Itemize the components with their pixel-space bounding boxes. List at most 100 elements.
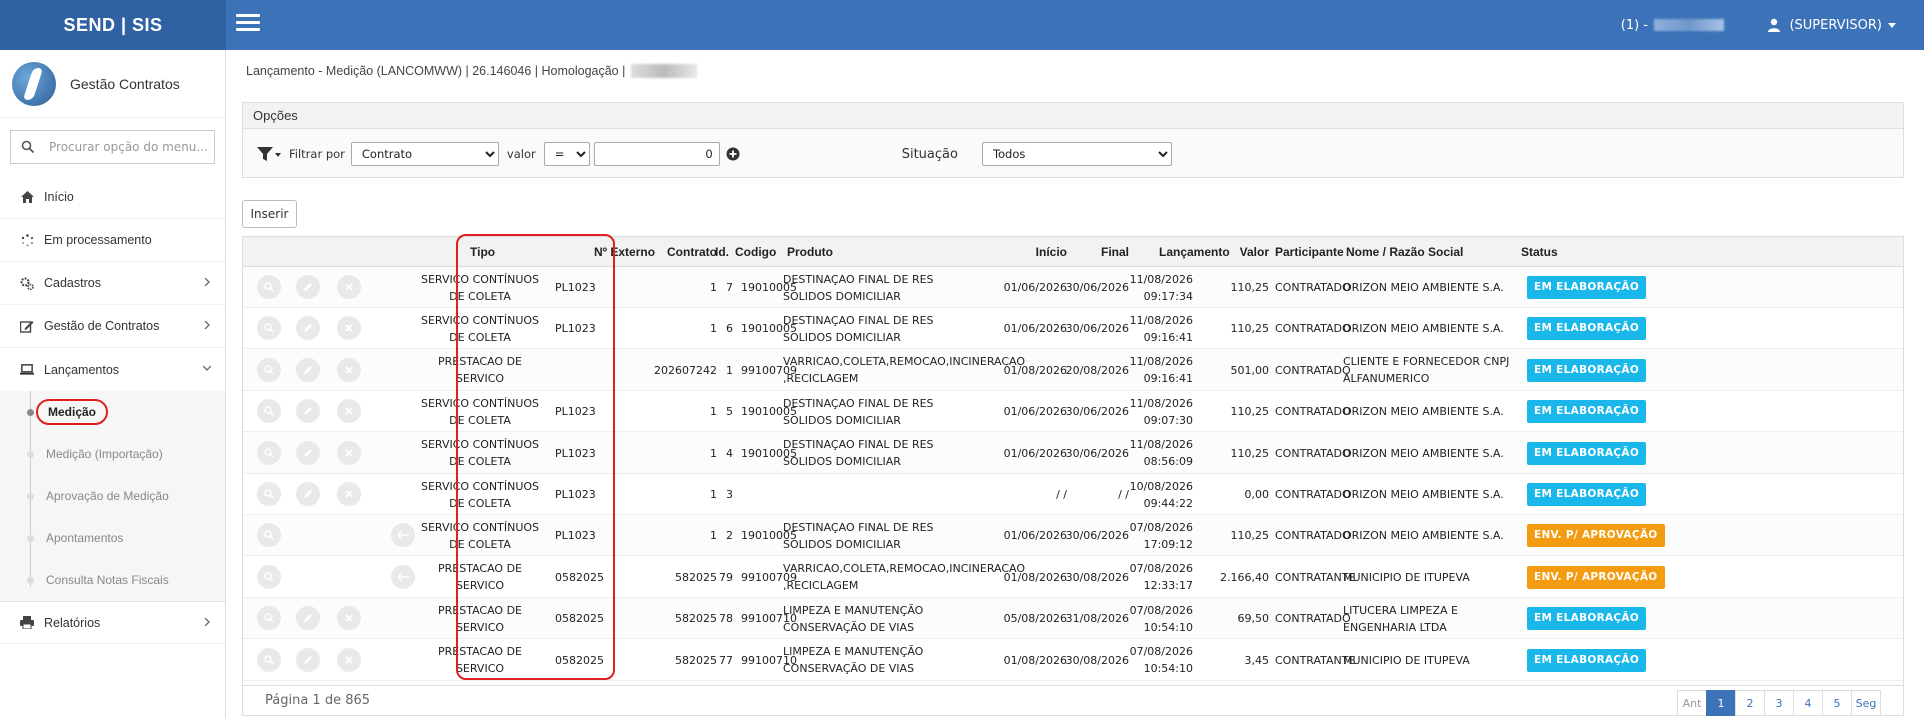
cell-contrato: 582025 bbox=[675, 612, 717, 626]
view-button[interactable] bbox=[257, 357, 281, 382]
cell-externo: PL1023 bbox=[555, 488, 596, 501]
view-button[interactable] bbox=[257, 647, 281, 672]
delete-button[interactable] bbox=[337, 357, 361, 382]
sidebar-item-label: Cadastros bbox=[44, 276, 101, 290]
table-row[interactable]: SERVIÇO CONTÍNUOS DE COLETA PL1023 1 6 19010… bbox=[243, 308, 1903, 350]
return-button[interactable] bbox=[391, 523, 415, 548]
view-button[interactable] bbox=[257, 399, 281, 424]
view-button[interactable] bbox=[257, 482, 281, 506]
cell-razao: ORIZON MEIO AMBIENTE S.A. bbox=[1343, 446, 1504, 460]
menu-search-input[interactable]: Procurar opção do menu... bbox=[10, 130, 215, 164]
edit-button[interactable] bbox=[296, 482, 320, 506]
add-filter-icon[interactable] bbox=[726, 147, 740, 161]
header-tipo[interactable]: Tipo bbox=[470, 237, 495, 267]
lancamento-date: 11/08/2026 bbox=[1129, 272, 1193, 286]
pagination: Ant 1 2 3 4 5 Seg bbox=[1677, 690, 1881, 716]
view-button[interactable] bbox=[257, 523, 281, 548]
table-row[interactable]: PRESTACAO DE SERVICO 0582025 582025 79 99100… bbox=[243, 557, 1903, 598]
cell-participante: CONTRATADO bbox=[1275, 405, 1351, 419]
table-row[interactable]: SERVIÇO CONTÍNUOS DE COLETA PL1023 1 3/ / / … bbox=[243, 474, 1903, 515]
sidebar-item-inicio[interactable]: Início bbox=[0, 176, 225, 219]
next-page-button[interactable]: Seg bbox=[1851, 690, 1881, 716]
delete-button[interactable] bbox=[337, 440, 361, 465]
cell-participante: CONTRATADO bbox=[1275, 488, 1351, 501]
insert-button[interactable]: Inserir bbox=[242, 200, 297, 228]
operator-select[interactable]: = bbox=[543, 142, 590, 166]
table-row[interactable]: SERVIÇO CONTÍNUOS DE COLETA PL1023 1 4 19010… bbox=[243, 432, 1903, 474]
situacao-select[interactable]: Todos bbox=[981, 142, 1172, 166]
page-button[interactable]: 4 bbox=[1793, 690, 1823, 716]
menu-toggle-icon[interactable] bbox=[236, 14, 260, 32]
sidebar-subitem-apontamentos[interactable]: Apontamentos bbox=[0, 517, 225, 559]
edit-button[interactable] bbox=[296, 275, 320, 299]
brand-logo[interactable]: SEND | SIS bbox=[0, 0, 226, 50]
header-produto[interactable]: Produto bbox=[787, 237, 833, 267]
sidebar-subitem-consulta-notas[interactable]: Consulta Notas Fiscais bbox=[0, 559, 225, 601]
situacao-label: Situação bbox=[901, 146, 958, 162]
sidebar-subitem-medicao[interactable]: Medição bbox=[0, 391, 225, 433]
view-button[interactable] bbox=[257, 564, 281, 589]
edit-button[interactable] bbox=[296, 606, 320, 631]
sidebar-subitem-aprovacao-medicao[interactable]: Aprovação de Medição bbox=[0, 475, 225, 517]
header-razao[interactable]: Nome / Razão Social bbox=[1346, 237, 1463, 267]
sidebar-item-gestao-contratos[interactable]: Gestão de Contratos bbox=[0, 305, 225, 348]
main-content: Lançamento - Medição (LANCOMWW) | 26.146… bbox=[226, 50, 1924, 718]
cell-valor: 2.166,40 bbox=[1220, 570, 1269, 584]
table-row[interactable]: SERVIÇO CONTÍNUOS DE COLETA PL1023 1 2 19010… bbox=[243, 515, 1903, 557]
header-participante[interactable]: Participante bbox=[1275, 237, 1344, 267]
page-button[interactable]: 2 bbox=[1735, 690, 1765, 716]
edit-button[interactable] bbox=[296, 357, 320, 382]
header-contrato[interactable]: Contrato bbox=[643, 237, 717, 267]
edit-button[interactable] bbox=[296, 440, 320, 465]
delete-button[interactable] bbox=[337, 482, 361, 506]
search-icon bbox=[264, 282, 274, 292]
view-button[interactable] bbox=[257, 440, 281, 465]
sidebar-item-cadastros[interactable]: Cadastros bbox=[0, 262, 225, 305]
value-input[interactable] bbox=[593, 142, 720, 166]
cell-razao: ORIZON MEIO AMBIENTE S.A. bbox=[1343, 281, 1504, 294]
pencil-icon bbox=[304, 283, 312, 291]
table-row[interactable]: PRESTACAO DE SERVICO 202607242 1 99100709 VA… bbox=[243, 349, 1903, 391]
return-button[interactable] bbox=[391, 564, 415, 589]
delete-button[interactable] bbox=[337, 316, 361, 341]
delete-button[interactable] bbox=[337, 399, 361, 424]
edit-button[interactable] bbox=[296, 647, 320, 672]
page-button[interactable]: 5 bbox=[1822, 690, 1852, 716]
lancamentos-submenu: Medição Medição (Importação) Aprovação d… bbox=[0, 391, 225, 601]
delete-button[interactable] bbox=[337, 606, 361, 631]
close-icon bbox=[345, 366, 353, 374]
cell-valor: 110,25 bbox=[1230, 281, 1270, 294]
delete-button[interactable] bbox=[337, 275, 361, 299]
edit-button[interactable] bbox=[296, 399, 320, 424]
cell-tipo: SERVIÇO CONTÍNUOS DE COLETA bbox=[420, 520, 540, 551]
view-button[interactable] bbox=[257, 316, 281, 341]
table-row[interactable]: PRESTACAO DE SERVICO 0582025 582025 78 99100… bbox=[243, 598, 1903, 640]
header-final[interactable]: Final bbox=[1043, 237, 1129, 267]
table-row[interactable]: SERVIÇO CONTÍNUOS DE COLETA PL1023 1 7 19010… bbox=[243, 267, 1903, 308]
sidebar-item-lancamentos[interactable]: Lançamentos bbox=[0, 348, 225, 391]
close-icon bbox=[345, 655, 353, 664]
header-codigo[interactable]: Codigo bbox=[735, 237, 776, 267]
cell-final: 20/08/2026 bbox=[1065, 363, 1129, 377]
table-row[interactable]: SERVIÇO CONTÍNUOS DE COLETA PL1023 1 5 19010… bbox=[243, 391, 1903, 433]
header-id[interactable]: Id. bbox=[715, 237, 729, 267]
view-button[interactable] bbox=[257, 275, 281, 299]
header-valor[interactable]: Valor bbox=[1203, 237, 1269, 267]
sidebar-item-em-processamento[interactable]: Em processamento bbox=[0, 219, 225, 262]
header-status[interactable]: Status bbox=[1521, 237, 1558, 267]
user-menu[interactable]: (SUPERVISOR) bbox=[1767, 0, 1896, 50]
sidebar-subitem-medicao-importacao[interactable]: Medição (Importação) bbox=[0, 433, 225, 475]
filter-field-select[interactable]: Contrato bbox=[350, 142, 499, 166]
cell-lancamento: 07/08/2026 10:54:10 bbox=[1123, 598, 1193, 639]
delete-button[interactable] bbox=[337, 647, 361, 672]
table-row[interactable]: PRESTACAO DE SERVICO 0582025 582025 77 99100… bbox=[243, 640, 1903, 681]
edit-button[interactable] bbox=[296, 316, 320, 341]
sidebar-subitem-label: Aprovação de Medição bbox=[46, 489, 169, 503]
sidebar-item-relatorios[interactable]: Relatórios bbox=[0, 601, 225, 644]
prev-page-button[interactable]: Ant bbox=[1677, 690, 1707, 716]
lancamento-date: 07/08/2026 bbox=[1129, 603, 1193, 617]
page-button[interactable]: 3 bbox=[1764, 690, 1794, 716]
view-button[interactable] bbox=[257, 606, 281, 631]
filter-icon[interactable] bbox=[257, 146, 281, 162]
page-button[interactable]: 1 bbox=[1706, 690, 1736, 716]
